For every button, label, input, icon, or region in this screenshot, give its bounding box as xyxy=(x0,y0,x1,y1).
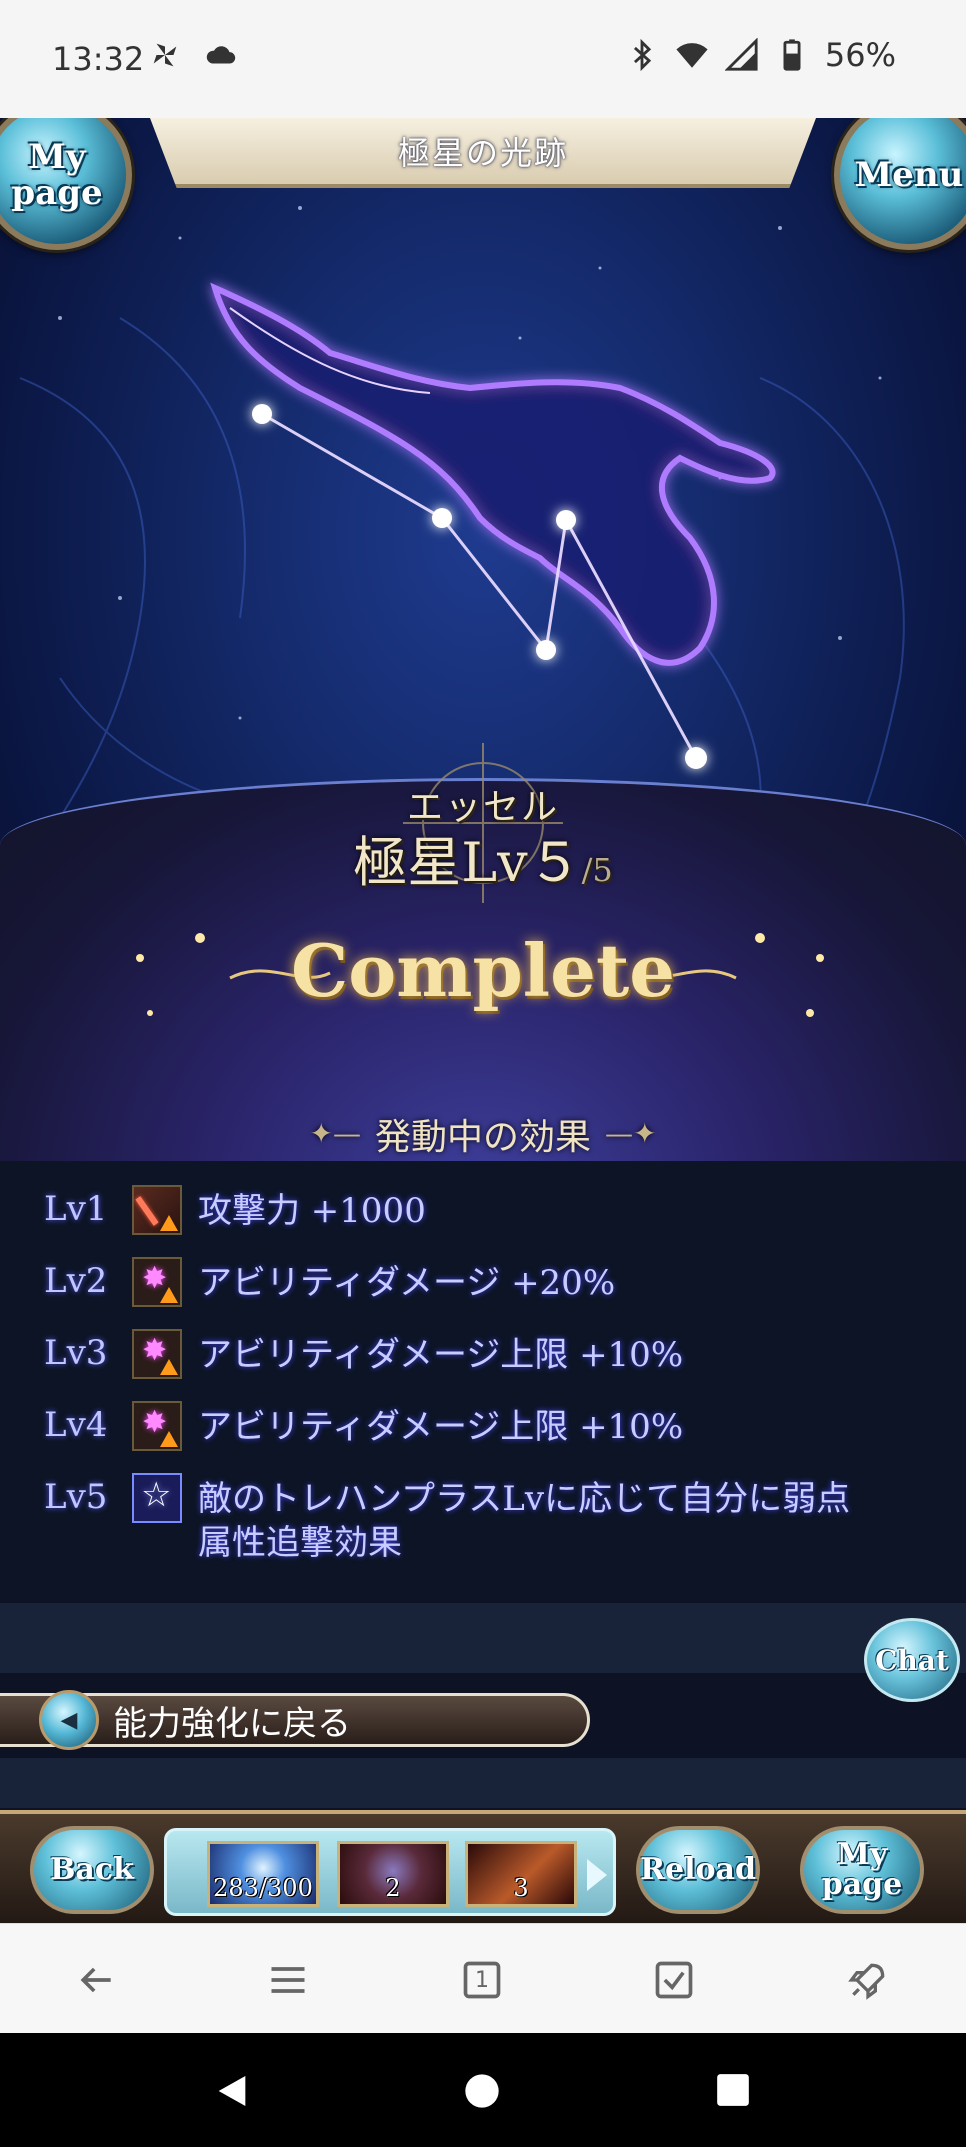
wifi-icon xyxy=(676,43,708,68)
page-title: 極星の光跡 xyxy=(397,134,568,172)
effect-text: アビリティダメージ +20% xyxy=(198,1263,616,1303)
item-slot-2-count: 3 xyxy=(513,1874,529,1902)
chevron-right-icon[interactable] xyxy=(587,1859,607,1891)
ability-damage-up-icon xyxy=(132,1329,182,1379)
bluetooth-icon xyxy=(633,38,652,72)
back-to-enhancement-button[interactable]: ◀ 能力強化に戻る xyxy=(0,1690,590,1750)
ability-damage-up-icon xyxy=(132,1401,182,1451)
status-bar: 13:32 56% xyxy=(0,0,966,118)
attack-up-icon xyxy=(132,1185,182,1235)
item-slot-2[interactable]: 3 xyxy=(465,1841,577,1907)
effect-row-lv4: Lv4 アビリティダメージ上限 +10% xyxy=(44,1401,918,1451)
tabs-button[interactable]: 1 xyxy=(460,1958,504,2002)
bottom-my-page-button[interactable]: My page xyxy=(800,1826,924,1914)
effect-level: Lv5 xyxy=(44,1477,108,1517)
ap-item[interactable]: 283/300 xyxy=(207,1841,319,1907)
back-arrow-icon: ◀ xyxy=(39,1690,99,1750)
item-tray[interactable]: 283/300 2 3 xyxy=(164,1828,616,1916)
reload-button[interactable]: Reload xyxy=(636,1826,760,1914)
effect-row-lv2: Lv2 アビリティダメージ +20% xyxy=(44,1257,918,1307)
effect-row-lv1: Lv1 攻撃力 +1000 xyxy=(44,1185,918,1235)
game-view: My page 極星の光跡 Menu エッセル 極星Lv５/5 Complete… xyxy=(0,118,966,1923)
effects-heading: ✦— 発動中の効果 —✦ xyxy=(0,1080,966,1160)
browser-toolbar: 1 xyxy=(0,1923,966,2033)
tab-count: 1 xyxy=(475,1967,489,1993)
effect-row-lv5: Lv5 敵のトレハンプラスLvに応じて自分に弱点 属性追撃効果 xyxy=(44,1473,918,1565)
effect-level: Lv3 xyxy=(44,1333,108,1373)
effect-level: Lv4 xyxy=(44,1405,108,1445)
pinwheel-icon xyxy=(153,43,177,67)
back-to-enhancement-label: 能力強化に戻る xyxy=(113,1703,351,1744)
battery-percentage: 56% xyxy=(824,36,896,74)
effect-text: 敵のトレハンプラスLvに応じて自分に弱点 属性追撃効果 xyxy=(198,1479,851,1563)
effect-text: アビリティダメージ上限 +10% xyxy=(198,1335,684,1375)
rocket-icon[interactable] xyxy=(846,1958,890,2002)
nav-recents-icon[interactable] xyxy=(714,2071,752,2109)
star-icon xyxy=(132,1473,182,1523)
effect-level: Lv2 xyxy=(44,1261,108,1301)
spacer-band xyxy=(0,1758,966,1808)
status-time: 13:32 xyxy=(52,40,145,78)
spacer-band xyxy=(0,1603,966,1673)
ap-count: 283/300 xyxy=(213,1874,313,1902)
nav-home-icon[interactable] xyxy=(462,2071,502,2111)
chat-button[interactable]: Chat xyxy=(864,1618,960,1702)
checkbox-icon[interactable] xyxy=(652,1958,696,2002)
complete-label: Complete xyxy=(290,928,676,1013)
effect-text: 攻撃力 +1000 xyxy=(198,1191,426,1231)
bottom-nav: Back 283/300 2 3 Reload My page xyxy=(0,1810,966,1923)
signal-icon xyxy=(724,38,758,71)
back-label: Back xyxy=(50,1852,134,1887)
effect-level: Lv1 xyxy=(44,1189,108,1229)
reload-label: Reload xyxy=(640,1852,756,1887)
back-button[interactable]: Back xyxy=(30,1826,154,1914)
battery-icon xyxy=(783,39,801,71)
effects-list: Lv1 攻撃力 +1000 Lv2 アビリティダメージ +20% Lv3 アビリ… xyxy=(0,1161,966,1601)
chat-label: Chat xyxy=(875,1643,949,1677)
nav-back-icon[interactable] xyxy=(212,2071,252,2111)
item-slot-1-count: 2 xyxy=(385,1874,401,1902)
android-nav-bar xyxy=(0,2033,966,2147)
summon-level-text: 極星Lv５ xyxy=(353,831,582,894)
cloud-icon xyxy=(206,46,236,64)
ability-damage-up-icon xyxy=(132,1257,182,1307)
effect-row-lv3: Lv3 アビリティダメージ上限 +10% xyxy=(44,1329,918,1379)
summon-level-max: /5 xyxy=(581,851,613,889)
effects-heading-text: 発動中の効果 xyxy=(374,1117,591,1158)
effect-text: アビリティダメージ上限 +10% xyxy=(198,1407,684,1447)
menu-icon[interactable] xyxy=(266,1958,310,2002)
bottom-my-page-label: My page xyxy=(821,1837,903,1902)
item-slot-1[interactable]: 2 xyxy=(337,1841,449,1907)
back-arrow-icon[interactable] xyxy=(74,1958,118,2002)
summon-level: 極星Lv５/5 xyxy=(0,818,966,897)
